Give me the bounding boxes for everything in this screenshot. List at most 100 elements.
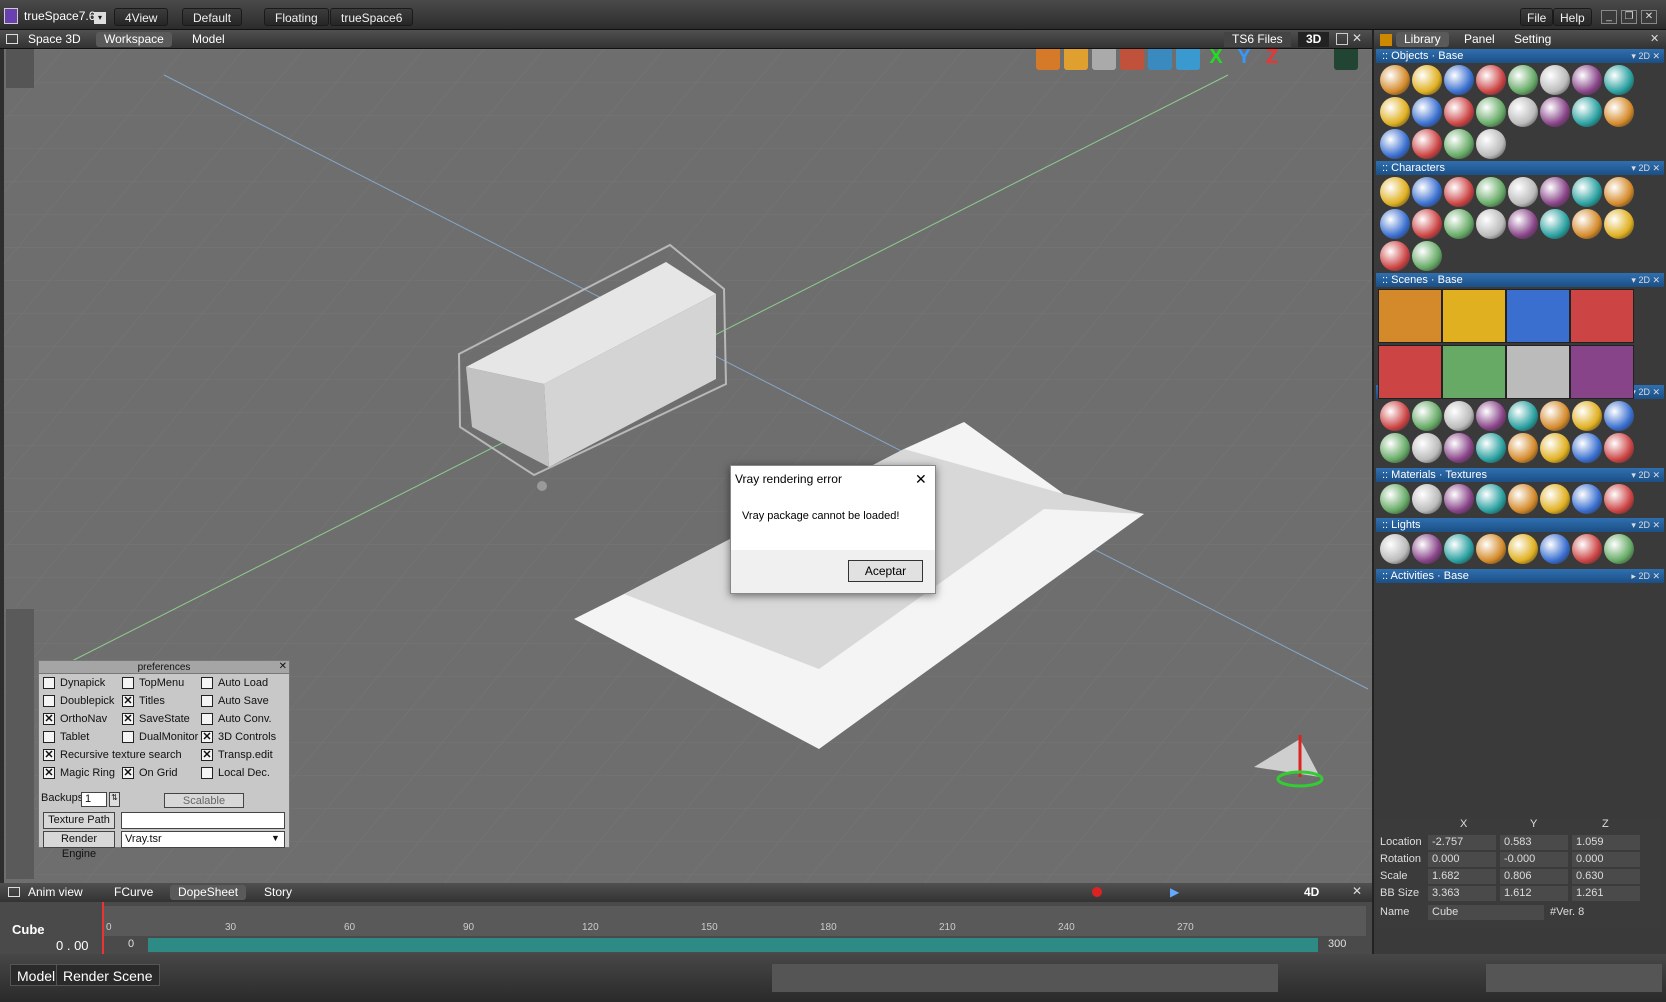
pref-option[interactable]: ✕ Titles	[122, 693, 165, 709]
library-item-thumbnail[interactable]	[1378, 345, 1442, 399]
library-item-thumbnail[interactable]	[1604, 97, 1634, 127]
timeline-cursor[interactable]	[102, 902, 104, 954]
library-item-thumbnail[interactable]	[1604, 433, 1634, 463]
library-item-thumbnail[interactable]	[1378, 289, 1442, 343]
play-icon[interactable]: ▶	[1170, 885, 1179, 899]
library-close-icon[interactable]: ✕	[1650, 32, 1659, 45]
prop-value[interactable]: 0.630	[1572, 869, 1640, 884]
library-item-thumbnail[interactable]	[1412, 484, 1442, 514]
library-item-thumbnail[interactable]	[1412, 97, 1442, 127]
texture-path-field[interactable]	[121, 812, 285, 829]
layout-floating[interactable]: Floating	[264, 8, 329, 26]
tab-workspace[interactable]: Workspace	[96, 32, 172, 47]
checkbox[interactable]: ✕	[122, 713, 134, 725]
left-toolstrip-top[interactable]	[6, 49, 34, 88]
library-item-thumbnail[interactable]	[1508, 534, 1538, 564]
maximize-icon[interactable]	[1336, 33, 1348, 45]
prop-value[interactable]: 1.682	[1428, 869, 1496, 884]
tab-setting[interactable]: Setting	[1506, 32, 1559, 47]
layout-default[interactable]: Default	[182, 8, 243, 26]
tab-model[interactable]: Model	[184, 32, 233, 47]
scalable-button[interactable]: Scalable	[164, 793, 244, 808]
library-item-thumbnail[interactable]	[1540, 97, 1570, 127]
library-item-thumbnail[interactable]	[1444, 177, 1474, 207]
library-item-thumbnail[interactable]	[1380, 534, 1410, 564]
prop-value[interactable]: 0.806	[1500, 869, 1568, 884]
library-item-thumbnail[interactable]	[1380, 401, 1410, 431]
library-item-thumbnail[interactable]	[1540, 209, 1570, 239]
pref-option[interactable]: Tablet	[43, 729, 89, 745]
pref-option[interactable]: Auto Save	[201, 693, 269, 709]
checkbox[interactable]	[122, 677, 134, 689]
mode-4d-button[interactable]: 4D	[1296, 885, 1327, 900]
library-item-thumbnail[interactable]	[1380, 177, 1410, 207]
prop-value[interactable]: 1.612	[1500, 886, 1568, 901]
library-item-thumbnail[interactable]	[1604, 65, 1634, 95]
render-engine-button[interactable]: Render Engine	[43, 831, 115, 860]
checkbox[interactable]	[43, 731, 55, 743]
mode-3d-button[interactable]: 3D	[1298, 32, 1330, 47]
pref-option[interactable]: TopMenu	[122, 675, 184, 691]
library-section-header[interactable]: :: Activities · Base ▸ 2D ✕	[1376, 569, 1664, 583]
checkbox[interactable]	[201, 767, 213, 779]
y-axis-icon[interactable]: Y	[1232, 49, 1256, 70]
anim-close-icon[interactable]: ✕	[1352, 884, 1362, 898]
checkbox[interactable]	[122, 731, 134, 743]
pref-option[interactable]: Auto Load	[201, 675, 268, 691]
axes-icon[interactable]	[1176, 49, 1200, 70]
library-item-thumbnail[interactable]	[1444, 534, 1474, 564]
timeline[interactable]: Cube 0 . 00 0 30 60 90 120 150 180 210 240 270 0 …	[0, 902, 1372, 954]
library-item-thumbnail[interactable]	[1380, 241, 1410, 271]
timeline-range-bar[interactable]	[148, 938, 1318, 952]
minimize-icon[interactable]: _	[1601, 10, 1617, 24]
pref-option[interactable]: Local Dec.	[201, 765, 270, 781]
library-section-header[interactable]: :: Materials · Textures ▾ 2D ✕	[1376, 468, 1664, 482]
library-item-thumbnail[interactable]	[1412, 401, 1442, 431]
backups-stepper-icon[interactable]: ⇅	[109, 792, 120, 807]
library-item-thumbnail[interactable]	[1442, 289, 1506, 343]
prop-value[interactable]: 1.261	[1572, 886, 1640, 901]
prop-value[interactable]: 0.000	[1428, 852, 1496, 867]
library-item-thumbnail[interactable]	[1572, 484, 1602, 514]
name-field[interactable]: Cube	[1428, 905, 1544, 920]
library-section-header[interactable]: :: Scenes · Base ▾ 2D ✕	[1376, 273, 1664, 287]
library-item-thumbnail[interactable]	[1506, 289, 1570, 343]
pref-option[interactable]: ✕ Transp.edit	[201, 747, 273, 763]
pref-option[interactable]: ✕ OrthoNav	[43, 711, 107, 727]
frame-tool-icon[interactable]	[1092, 49, 1116, 70]
status-toolbar[interactable]	[772, 964, 1278, 992]
ts6-files-button[interactable]: TS6 Files	[1224, 32, 1291, 47]
record-icon[interactable]	[1092, 887, 1102, 897]
pref-option[interactable]: Auto Conv.	[201, 711, 272, 727]
library-item-thumbnail[interactable]	[1444, 209, 1474, 239]
cube-tool-icon[interactable]	[1064, 49, 1088, 70]
dialog-ok-button[interactable]: Aceptar	[848, 560, 923, 582]
status-toolbar-right[interactable]	[1486, 964, 1662, 992]
prop-value[interactable]: 0.583	[1500, 835, 1568, 850]
library-item-thumbnail[interactable]	[1476, 65, 1506, 95]
checkbox[interactable]	[43, 677, 55, 689]
dialog-close-icon[interactable]: ✕	[915, 471, 927, 488]
checkbox[interactable]: ✕	[122, 695, 134, 707]
library-item-thumbnail[interactable]	[1572, 65, 1602, 95]
render-icon[interactable]	[1148, 49, 1172, 70]
library-item-thumbnail[interactable]	[1442, 345, 1506, 399]
backups-input[interactable]: 1	[81, 792, 107, 807]
library-item-thumbnail[interactable]	[1476, 433, 1506, 463]
library-item-thumbnail[interactable]	[1444, 97, 1474, 127]
library-item-thumbnail[interactable]	[1604, 534, 1634, 564]
library-item-thumbnail[interactable]	[1572, 433, 1602, 463]
section-controls[interactable]: ▾ 2D ✕	[1631, 468, 1660, 482]
pref-option[interactable]: ✕ 3D Controls	[201, 729, 276, 745]
library-item-thumbnail[interactable]	[1572, 97, 1602, 127]
library-item-thumbnail[interactable]	[1572, 177, 1602, 207]
pref-option[interactable]: ✕ SaveState	[122, 711, 190, 727]
checkbox[interactable]: ✕	[122, 767, 134, 779]
library-item-thumbnail[interactable]	[1506, 345, 1570, 399]
library-item-thumbnail[interactable]	[1572, 209, 1602, 239]
library-item-thumbnail[interactable]	[1412, 534, 1442, 564]
library-item-thumbnail[interactable]	[1380, 129, 1410, 159]
chevron-down-icon[interactable]: ▼	[271, 833, 280, 843]
section-controls[interactable]: ▾ 2D ✕	[1631, 161, 1660, 175]
library-item-thumbnail[interactable]	[1476, 209, 1506, 239]
